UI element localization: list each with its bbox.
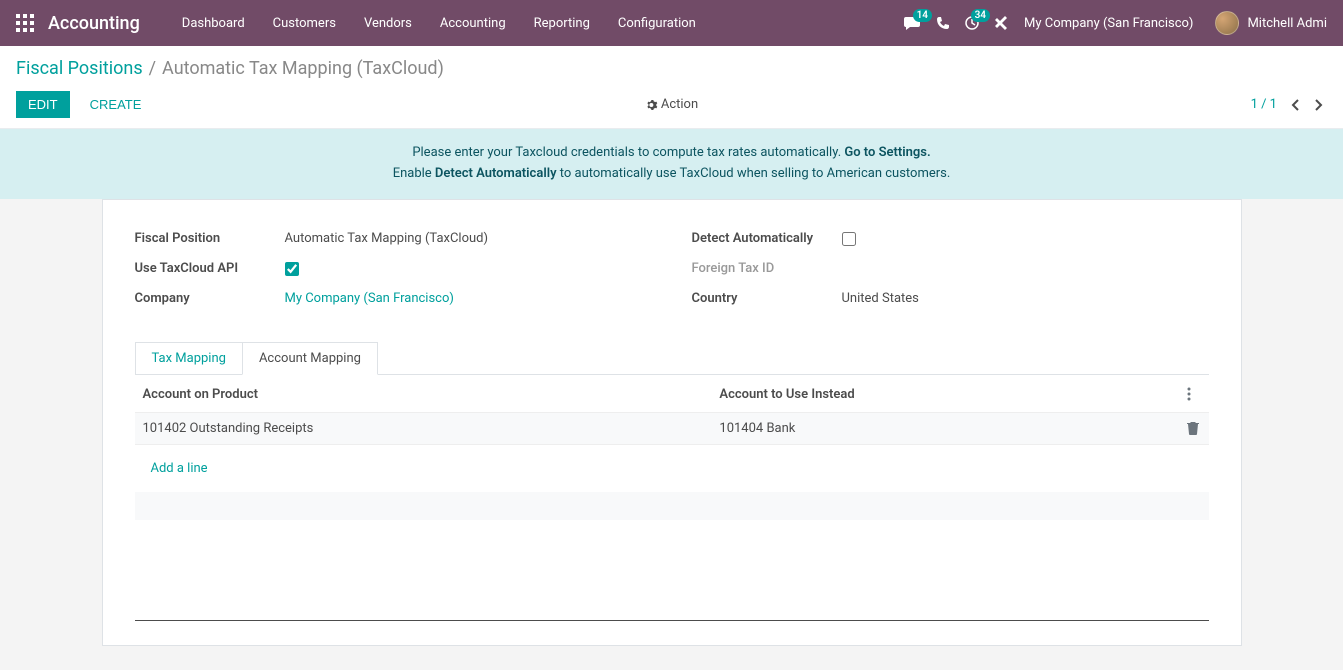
add-line-button[interactable]: Add a line — [143, 453, 1201, 484]
nav-configuration[interactable]: Configuration — [604, 0, 710, 46]
col-account-to-use: Account to Use Instead — [711, 375, 1178, 413]
main-navbar: Accounting Dashboard Customers Vendors A… — [0, 0, 1343, 46]
detect-auto-checkbox[interactable] — [842, 232, 856, 246]
activities-badge: 34 — [971, 9, 990, 22]
company-value[interactable]: My Company (San Francisco) — [285, 291, 454, 306]
info-banner: Please enter your Taxcloud credentials t… — [0, 129, 1343, 199]
user-name: Mitchell Admi — [1247, 16, 1327, 31]
chevron-left-icon — [1291, 99, 1301, 111]
company-label: Company — [135, 291, 285, 306]
nav-reporting[interactable]: Reporting — [520, 0, 604, 46]
trash-icon — [1187, 421, 1199, 435]
action-label: Action — [661, 97, 698, 112]
banner-line2-pre: Enable — [393, 166, 435, 181]
kebab-icon — [1187, 387, 1191, 401]
fiscal-position-value: Automatic Tax Mapping (TaxCloud) — [285, 231, 489, 246]
breadcrumb: Fiscal Positions / Automatic Tax Mapping… — [16, 58, 1327, 79]
control-panel: Fiscal Positions / Automatic Tax Mapping… — [0, 46, 1343, 129]
pager-prev[interactable] — [1287, 97, 1305, 113]
country-label: Country — [692, 291, 842, 306]
tools-icon[interactable] — [994, 15, 1010, 31]
tab-account-mapping[interactable]: Account Mapping — [242, 342, 378, 375]
pager-count: 1 / 1 — [1251, 97, 1277, 112]
pager-next[interactable] — [1309, 97, 1327, 113]
country-value: United States — [842, 291, 919, 306]
account-mapping-table: Account on Product Account to Use Instea… — [135, 375, 1209, 520]
apps-icon[interactable] — [16, 14, 34, 32]
detect-auto-label: Detect Automatically — [692, 231, 842, 246]
company-selector[interactable]: My Company (San Francisco) — [1024, 16, 1193, 31]
go-to-settings-link[interactable]: Go to Settings. — [844, 145, 930, 160]
app-name[interactable]: Accounting — [48, 13, 140, 34]
table-row[interactable]: 101402 Outstanding Receipts 101404 Bank — [135, 412, 1209, 444]
table-footer-line — [135, 620, 1209, 621]
use-taxcloud-label: Use TaxCloud API — [135, 261, 285, 276]
banner-line2-post: to automatically use TaxCloud when selli… — [560, 166, 951, 181]
action-menu[interactable]: Action — [645, 97, 698, 112]
nav-accounting[interactable]: Accounting — [426, 0, 520, 46]
breadcrumb-current: Automatic Tax Mapping (TaxCloud) — [162, 58, 444, 79]
activities-icon[interactable]: 34 — [964, 15, 980, 31]
cell-account-to-use: 101404 Bank — [711, 412, 1178, 444]
user-menu[interactable]: Mitchell Admi — [1215, 11, 1327, 35]
tabs: Tax Mapping Account Mapping — [135, 342, 1209, 375]
columns-menu-icon[interactable] — [1187, 387, 1201, 401]
pager: 1 / 1 — [1251, 97, 1327, 113]
avatar — [1215, 11, 1239, 35]
banner-line1-text: Please enter your Taxcloud credentials t… — [412, 145, 844, 160]
messaging-icon[interactable]: 14 — [904, 15, 922, 31]
foreign-tax-label: Foreign Tax ID — [692, 261, 842, 276]
gear-icon — [645, 99, 657, 111]
nav-customers[interactable]: Customers — [259, 0, 350, 46]
nav-dashboard[interactable]: Dashboard — [168, 0, 259, 46]
breadcrumb-sep: / — [149, 58, 156, 79]
breadcrumb-parent[interactable]: Fiscal Positions — [16, 58, 143, 79]
fiscal-position-label: Fiscal Position — [135, 231, 285, 246]
messaging-badge: 14 — [913, 9, 932, 22]
edit-button[interactable]: EDIT — [16, 91, 70, 118]
cell-account-on-product: 101402 Outstanding Receipts — [135, 412, 712, 444]
form-sheet: Fiscal Position Automatic Tax Mapping (T… — [102, 199, 1242, 646]
phone-icon[interactable] — [936, 16, 950, 30]
empty-row — [135, 492, 1209, 520]
create-button[interactable]: CREATE — [78, 91, 154, 118]
use-taxcloud-checkbox[interactable] — [285, 262, 299, 276]
nav-menu: Dashboard Customers Vendors Accounting R… — [168, 0, 710, 46]
chevron-right-icon — [1313, 99, 1323, 111]
col-account-on-product: Account on Product — [135, 375, 712, 413]
nav-vendors[interactable]: Vendors — [350, 0, 426, 46]
tab-tax-mapping[interactable]: Tax Mapping — [135, 342, 242, 374]
delete-row-button[interactable] — [1179, 412, 1209, 444]
banner-line2-strong: Detect Automatically — [435, 166, 557, 181]
